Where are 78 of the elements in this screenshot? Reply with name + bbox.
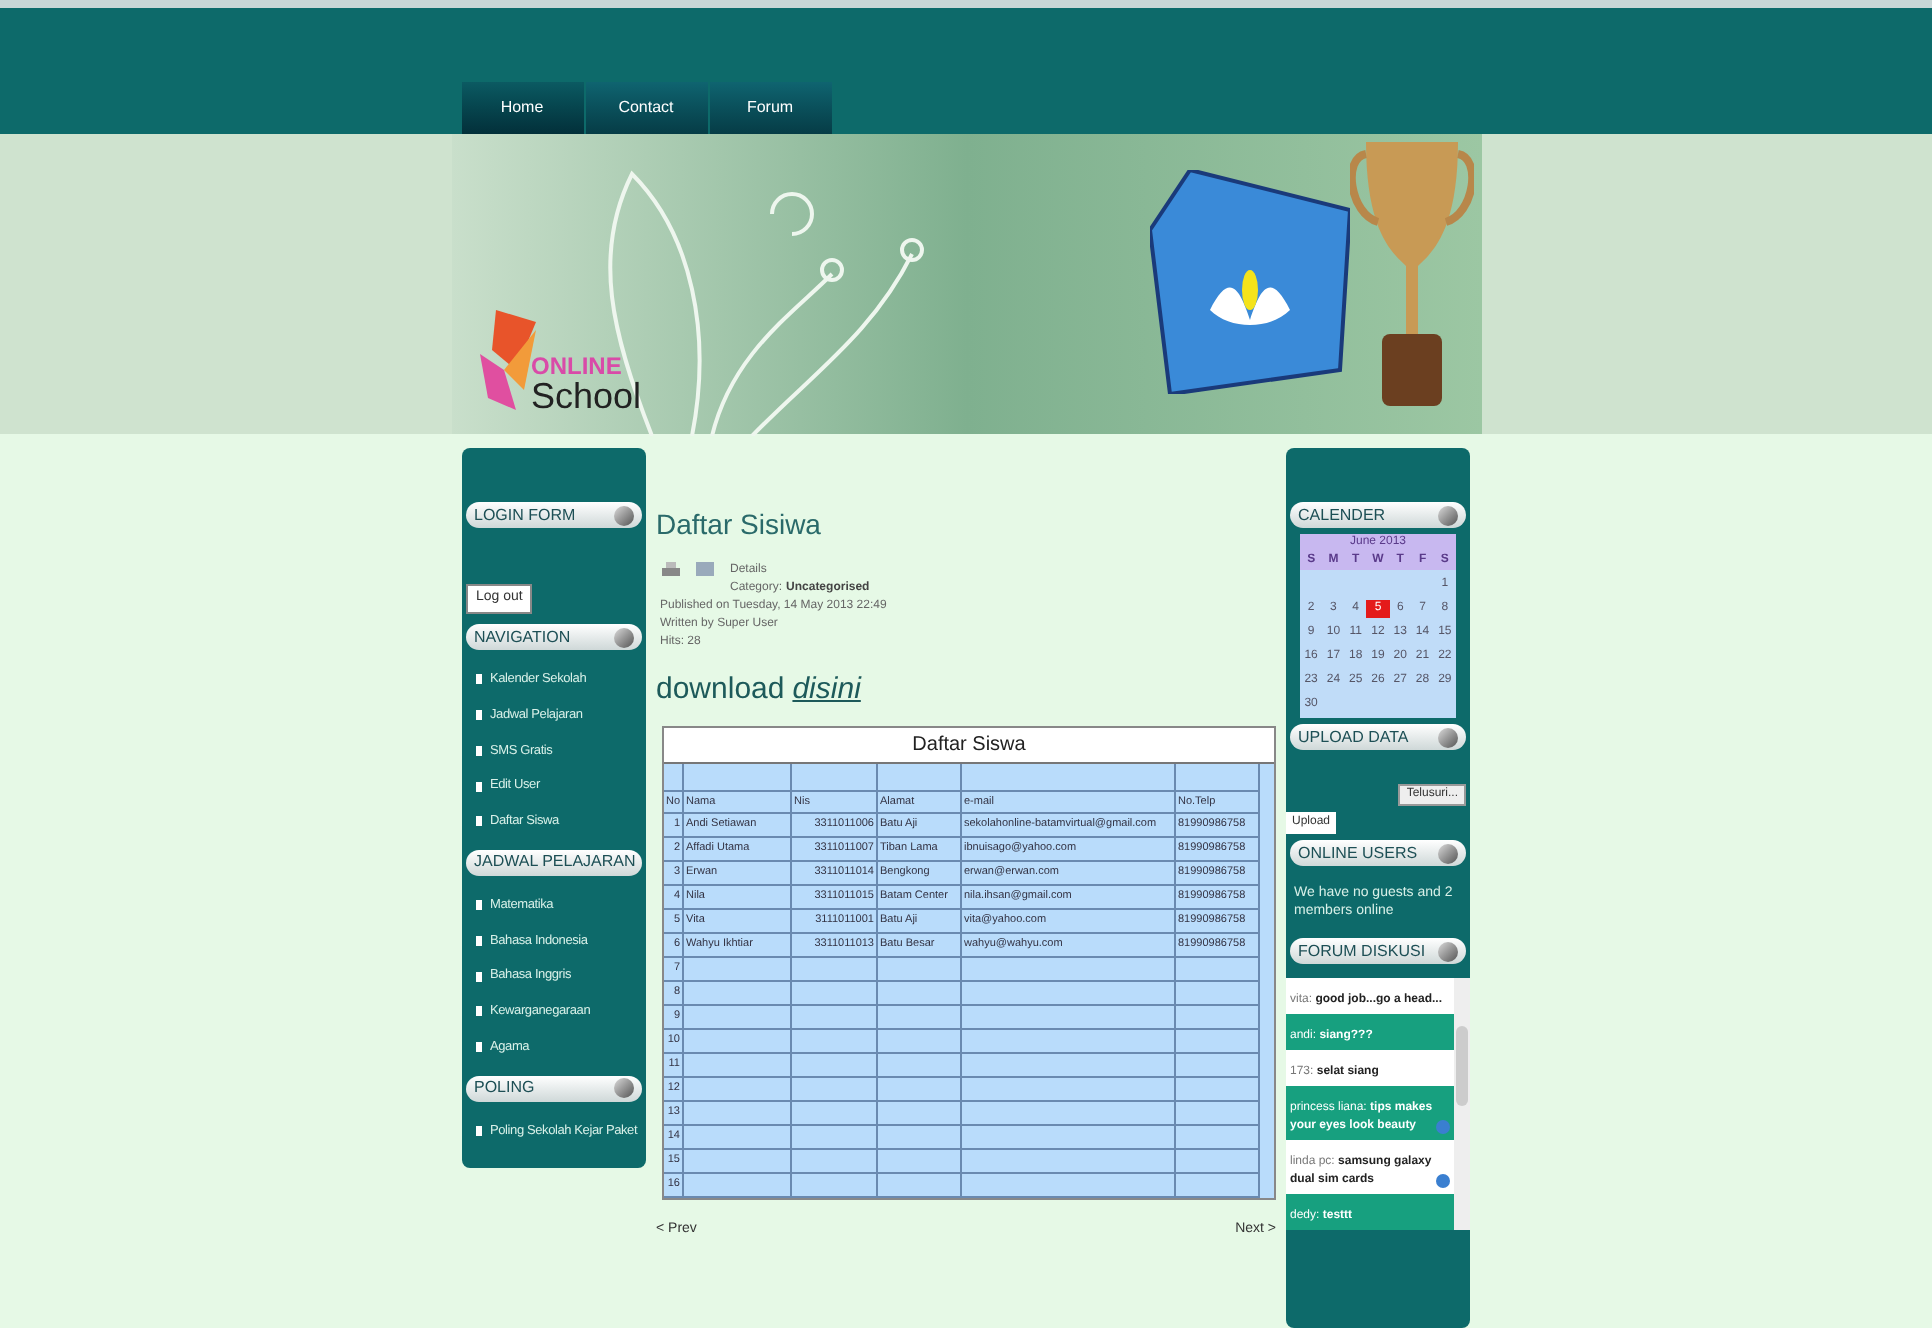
nav-tab[interactable]: Forum — [709, 81, 831, 134]
table-cell — [878, 957, 962, 981]
table-cell — [792, 763, 878, 791]
article-title: Daftar Sisiwa — [656, 506, 823, 544]
table-cell — [1176, 763, 1260, 791]
module-title: NAVIGATION — [474, 629, 571, 645]
table-cell — [878, 1173, 962, 1197]
table-cell — [1176, 1053, 1260, 1077]
table-cell — [684, 1125, 792, 1149]
table-cell — [684, 957, 792, 981]
table-cell — [792, 1029, 878, 1053]
table-cell — [878, 1125, 962, 1149]
table-cell — [1176, 1077, 1260, 1101]
bullet-icon — [476, 781, 482, 792]
bullet-icon — [476, 1042, 482, 1053]
table-cell — [792, 1005, 878, 1029]
module-title: FORUM DISKUSI — [1298, 943, 1426, 959]
bullet-icon — [476, 1006, 482, 1017]
table-cell — [878, 981, 962, 1005]
table-cell — [1176, 957, 1260, 981]
bullet-icon — [476, 935, 482, 946]
table-cell — [1176, 1005, 1260, 1029]
nav-tab[interactable]: Home — [461, 81, 583, 134]
module-title: LOGIN FORM — [474, 507, 576, 523]
module-title: ONLINE USERS — [1298, 845, 1418, 861]
table-cell — [1176, 1125, 1260, 1149]
table-title: Daftar Siswa — [912, 731, 1026, 759]
email-icon — [696, 562, 714, 576]
table-cell — [792, 1173, 878, 1197]
table-cell — [792, 1125, 878, 1149]
table-cell — [878, 763, 962, 791]
bullet-icon — [476, 816, 482, 827]
print-icon — [662, 562, 680, 578]
bullet-icon — [476, 674, 482, 685]
bullet-icon — [476, 1125, 482, 1136]
logo-word: School — [531, 378, 642, 414]
bullet-icon — [476, 900, 482, 911]
table-cell — [1176, 1101, 1260, 1125]
download-link[interactable]: disini — [792, 668, 861, 713]
module-title: POLING — [474, 1080, 535, 1096]
table-cell — [684, 1173, 792, 1197]
table-cell — [1176, 981, 1260, 1005]
smiley-icon — [1436, 1120, 1450, 1134]
table-cell — [792, 1149, 878, 1173]
module-title: JADWAL PELAJARAN — [474, 854, 636, 871]
module-title: UPLOAD DATA — [1298, 729, 1409, 745]
table-cell — [684, 763, 792, 791]
bullet-icon — [476, 971, 482, 982]
table-cell — [792, 1077, 878, 1101]
table-cell — [878, 1053, 962, 1077]
module-title: CALENDER — [1298, 507, 1386, 523]
nav-tab[interactable]: Contact — [585, 81, 707, 134]
logo-word: ONLINE — [531, 354, 624, 378]
download-text: download — [656, 670, 785, 710]
table-cell — [1176, 1029, 1260, 1053]
table-cell — [664, 763, 684, 791]
table-cell — [684, 1101, 792, 1125]
table-cell — [792, 957, 878, 981]
table-cell — [878, 1077, 962, 1101]
bullet-icon — [476, 745, 482, 756]
table-cell — [878, 1101, 962, 1125]
table-cell — [684, 1077, 792, 1101]
table-cell — [1176, 1173, 1260, 1197]
table-cell — [792, 1101, 878, 1125]
table-cell — [684, 1029, 792, 1053]
table-cell — [792, 1053, 878, 1077]
table-cell — [878, 1005, 962, 1029]
table-cell — [684, 1053, 792, 1077]
table-cell — [878, 1029, 962, 1053]
table-cell — [684, 981, 792, 1005]
bullet-icon — [476, 710, 482, 721]
table-cell — [684, 1005, 792, 1029]
table-cell — [878, 1149, 962, 1173]
table-cell — [1176, 1149, 1260, 1173]
table-cell — [684, 1149, 792, 1173]
emblem-icon — [1149, 170, 1349, 394]
smiley-icon — [1436, 1174, 1450, 1188]
table-cell — [792, 981, 878, 1005]
